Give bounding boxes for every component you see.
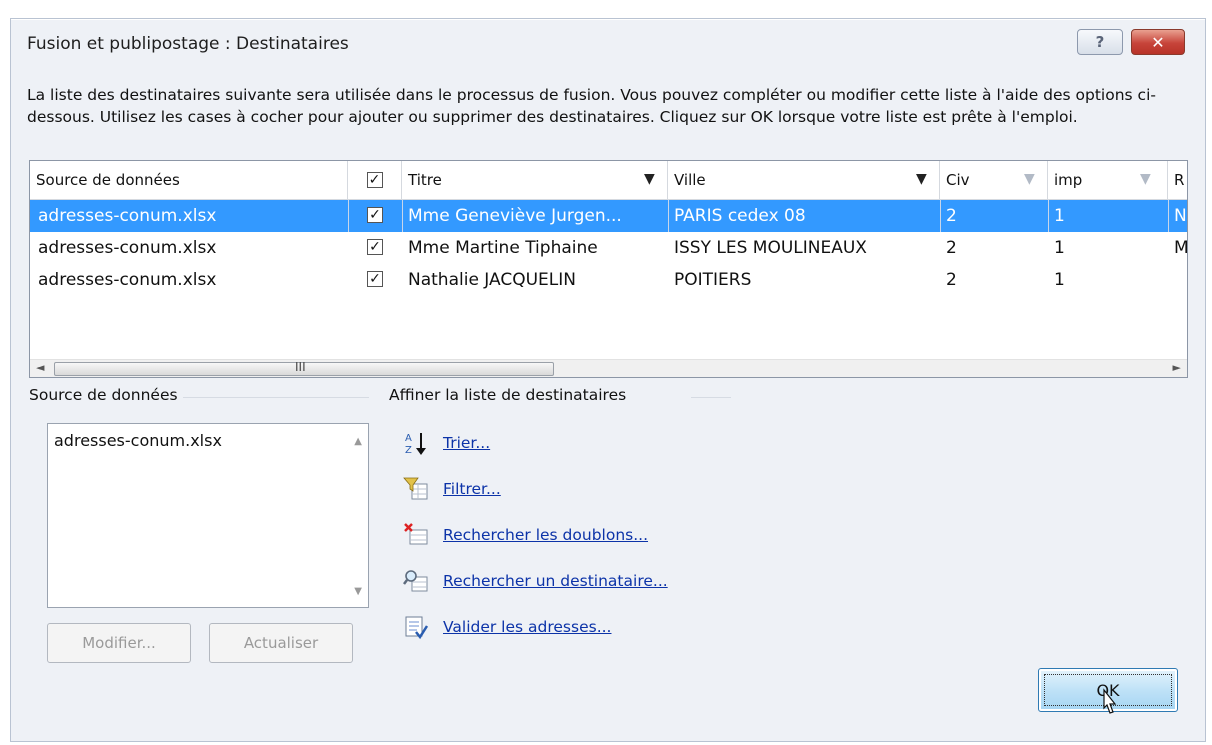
sort-az-icon: A Z — [403, 430, 429, 456]
cell-ville: ISSY LES MOULINEAUX — [674, 238, 867, 258]
find-duplicates-link[interactable]: Rechercher les doublons... — [443, 526, 648, 544]
row-checkbox[interactable]: ✓ — [367, 239, 383, 255]
cell-r: N — [1174, 206, 1187, 226]
scrollbar-grip: III — [295, 360, 306, 374]
table-row[interactable]: adresses-conum.xlsx ✓ Nathalie JACQUELIN… — [30, 264, 1187, 296]
column-header-ville[interactable]: Ville ▼ — [668, 161, 940, 199]
find-recipient-action[interactable]: Rechercher un destinataire... — [403, 567, 668, 595]
column-separator — [940, 200, 941, 232]
modify-button[interactable]: Modifier... — [47, 623, 191, 663]
dropdown-arrow-icon[interactable]: ▼ — [1140, 171, 1151, 187]
dropdown-arrow-icon[interactable]: ▼ — [1024, 171, 1035, 187]
column-header-checkbox[interactable]: ✓ — [348, 161, 402, 199]
refresh-button[interactable]: Actualiser — [209, 623, 353, 663]
instructions-text: La liste des destinataires suivante sera… — [27, 86, 1156, 126]
select-all-checkbox[interactable]: ✓ — [366, 172, 383, 188]
find-recipient-link[interactable]: Rechercher un destinataire... — [443, 572, 668, 590]
validate-addresses-action[interactable]: Valider les adresses... — [403, 613, 611, 641]
column-separator — [348, 200, 349, 232]
list-item[interactable]: adresses-conum.xlsx — [54, 431, 222, 450]
dialog-title: Fusion et publipostage : Destinataires — [27, 34, 349, 54]
row-checkbox[interactable]: ✓ — [367, 271, 383, 287]
cell-ville: POITIERS — [674, 270, 752, 290]
cell-titre: Mme Martine Tiphaine — [408, 238, 598, 258]
recipients-grid: Source de données ✓ Titre ▼ Ville ▼ Civ … — [29, 160, 1188, 378]
column-separator — [668, 200, 669, 232]
scrollbar-thumb[interactable]: III — [54, 360, 554, 376]
data-source-label: Source de données — [29, 386, 178, 404]
find-duplicates-icon — [403, 522, 429, 548]
cell-source: adresses-conum.xlsx — [38, 270, 217, 290]
cell-imp: 1 — [1054, 238, 1065, 258]
cell-civ: 2 — [946, 206, 957, 226]
help-button[interactable]: ? — [1077, 29, 1123, 55]
find-recipient-icon — [403, 568, 429, 594]
column-header-source[interactable]: Source de données — [30, 161, 348, 199]
table-row[interactable]: adresses-conum.xlsx ✓ Mme Geneviève Jurg… — [30, 200, 1187, 232]
validate-addresses-link[interactable]: Valider les adresses... — [443, 618, 611, 636]
filter-link[interactable]: Filtrer... — [443, 480, 501, 498]
column-separator — [1048, 200, 1049, 232]
table-row[interactable]: adresses-conum.xlsx ✓ Mme Martine Tiphai… — [30, 232, 1187, 264]
scroll-right-arrow-icon[interactable]: ► — [1173, 361, 1181, 374]
validate-addresses-icon — [403, 614, 429, 640]
cell-imp: 1 — [1054, 206, 1065, 226]
column-header-label: Ville — [674, 171, 706, 189]
column-separator — [402, 200, 403, 232]
sort-action[interactable]: A Z Trier... — [403, 429, 490, 457]
column-header-titre[interactable]: Titre ▼ — [402, 161, 668, 199]
filter-action[interactable]: Filtrer... — [403, 475, 501, 503]
column-header-imp[interactable]: imp ▼ — [1048, 161, 1168, 199]
scroll-up-arrow-icon[interactable]: ▲ — [354, 436, 362, 447]
column-header-civ[interactable]: Civ ▼ — [940, 161, 1048, 199]
cell-source: adresses-conum.xlsx — [38, 206, 217, 226]
column-header-label: Titre — [408, 171, 442, 189]
column-header-label: Source de données — [36, 171, 180, 189]
cell-imp: 1 — [1054, 270, 1065, 290]
section-divider — [691, 397, 731, 398]
svg-text:Z: Z — [405, 445, 412, 456]
scroll-down-arrow-icon[interactable]: ▼ — [354, 586, 362, 597]
column-separator — [1168, 200, 1169, 232]
data-source-list[interactable]: adresses-conum.xlsx ▲ ▼ — [47, 423, 369, 608]
section-divider — [183, 397, 369, 398]
column-header-label: imp — [1054, 171, 1083, 189]
cell-ville: PARIS cedex 08 — [674, 206, 806, 226]
mouse-cursor-icon — [1103, 688, 1117, 714]
column-header-r[interactable]: R — [1168, 161, 1187, 199]
cell-r: M — [1174, 238, 1188, 258]
svg-text:A: A — [405, 433, 412, 444]
scroll-left-arrow-icon[interactable]: ◄ — [36, 361, 44, 374]
dropdown-arrow-icon[interactable]: ▼ — [916, 171, 927, 187]
column-header-label: Civ — [946, 171, 970, 189]
cell-civ: 2 — [946, 238, 957, 258]
title-bar: Fusion et publipostage : Destinataires ?… — [11, 19, 1205, 67]
sort-link[interactable]: Trier... — [443, 434, 490, 452]
cell-source: adresses-conum.xlsx — [38, 238, 217, 258]
column-header-label: R — [1174, 171, 1185, 189]
mail-merge-recipients-dialog: Fusion et publipostage : Destinataires ?… — [10, 18, 1206, 742]
find-duplicates-action[interactable]: Rechercher les doublons... — [403, 521, 648, 549]
dropdown-arrow-icon[interactable]: ▼ — [644, 171, 655, 187]
grid-header: Source de données ✓ Titre ▼ Ville ▼ Civ … — [30, 161, 1187, 200]
horizontal-scrollbar[interactable]: ◄ III ► — [30, 359, 1187, 377]
cell-civ: 2 — [946, 270, 957, 290]
close-button[interactable]: ✕ — [1131, 29, 1185, 55]
refine-list-label: Affiner la liste de destinataires — [389, 386, 627, 404]
filter-icon — [403, 476, 429, 502]
row-checkbox[interactable]: ✓ — [367, 207, 383, 223]
cell-titre: Mme Geneviève Jurgen... — [408, 206, 622, 226]
cell-titre: Nathalie JACQUELIN — [408, 270, 576, 290]
